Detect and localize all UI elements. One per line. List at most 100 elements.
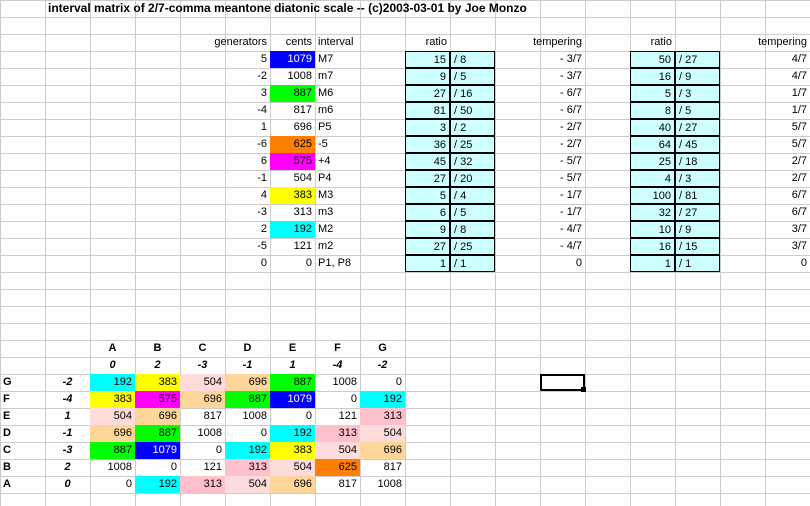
hdr-generators[interactable]: generators: [180, 34, 270, 51]
ratio1-den[interactable]: / 25: [450, 238, 495, 255]
matrix-row-num[interactable]: 2: [45, 459, 90, 476]
interval-name[interactable]: +4: [315, 153, 405, 170]
ratio2-temp[interactable]: 5/7: [720, 119, 810, 136]
ratio2-temp[interactable]: 5/7: [720, 136, 810, 153]
matrix-cell[interactable]: 1008: [180, 425, 225, 442]
ratio1-temp[interactable]: - 1/7: [495, 187, 585, 204]
ratio2-den[interactable]: / 9: [675, 221, 720, 238]
matrix-col-num[interactable]: -2: [360, 357, 405, 374]
ratio1-temp[interactable]: - 3/7: [495, 68, 585, 85]
hdr-ratio1[interactable]: ratio: [405, 34, 450, 51]
ratio1-den[interactable]: / 50: [450, 102, 495, 119]
ratio1-temp[interactable]: 0: [495, 255, 585, 272]
gen-value[interactable]: -5: [225, 238, 270, 255]
ratio1-den[interactable]: / 4: [450, 187, 495, 204]
matrix-cell[interactable]: 383: [135, 374, 180, 391]
ratio2-temp[interactable]: 0: [720, 255, 810, 272]
ratio2-temp[interactable]: 1/7: [720, 102, 810, 119]
cents-value[interactable]: 625: [270, 136, 315, 153]
matrix-row-num[interactable]: -4: [45, 391, 90, 408]
matrix-cell[interactable]: 192: [360, 391, 405, 408]
ratio2-num[interactable]: 16: [630, 68, 675, 85]
ratio2-den[interactable]: / 15: [675, 238, 720, 255]
ratio2-num[interactable]: 25: [630, 153, 675, 170]
gen-value[interactable]: -6: [225, 136, 270, 153]
matrix-cell[interactable]: 504: [315, 442, 360, 459]
ratio2-den[interactable]: / 27: [675, 119, 720, 136]
ratio1-den[interactable]: / 5: [450, 204, 495, 221]
matrix-cell[interactable]: 192: [90, 374, 135, 391]
matrix-cell[interactable]: 192: [135, 476, 180, 493]
matrix-col-label[interactable]: A: [90, 340, 135, 357]
matrix-cell[interactable]: 504: [360, 425, 405, 442]
ratio2-num[interactable]: 50: [630, 51, 675, 68]
ratio2-temp[interactable]: 6/7: [720, 204, 810, 221]
ratio1-temp[interactable]: - 3/7: [495, 51, 585, 68]
matrix-cell[interactable]: 696: [180, 391, 225, 408]
ratio2-den[interactable]: / 5: [675, 102, 720, 119]
cents-value[interactable]: 1079: [270, 51, 315, 68]
ratio2-num[interactable]: 40: [630, 119, 675, 136]
ratio1-den[interactable]: / 20: [450, 170, 495, 187]
matrix-col-num[interactable]: -3: [180, 357, 225, 374]
matrix-row-num[interactable]: -3: [45, 442, 90, 459]
ratio2-temp[interactable]: 4/7: [720, 68, 810, 85]
ratio2-temp[interactable]: 1/7: [720, 85, 810, 102]
gen-value[interactable]: 0: [225, 255, 270, 272]
ratio2-den[interactable]: / 27: [675, 51, 720, 68]
gen-value[interactable]: 5: [225, 51, 270, 68]
ratio2-temp[interactable]: 3/7: [720, 238, 810, 255]
matrix-cell[interactable]: 0: [270, 408, 315, 425]
ratio1-num[interactable]: 36: [405, 136, 450, 153]
cents-value[interactable]: 192: [270, 221, 315, 238]
matrix-cell[interactable]: 121: [315, 408, 360, 425]
matrix-row-label[interactable]: E: [0, 408, 45, 425]
matrix-cell[interactable]: 121: [180, 459, 225, 476]
matrix-col-label[interactable]: B: [135, 340, 180, 357]
interval-name[interactable]: -5: [315, 136, 405, 153]
ratio1-num[interactable]: 1: [405, 255, 450, 272]
ratio1-num[interactable]: 27: [405, 238, 450, 255]
matrix-row-num[interactable]: -1: [45, 425, 90, 442]
matrix-cell[interactable]: 192: [270, 425, 315, 442]
hdr-tempering1[interactable]: tempering: [495, 34, 585, 51]
ratio2-num[interactable]: 16: [630, 238, 675, 255]
matrix-col-label[interactable]: D: [225, 340, 270, 357]
interval-name[interactable]: M3: [315, 187, 405, 204]
ratio2-num[interactable]: 8: [630, 102, 675, 119]
matrix-col-label[interactable]: E: [270, 340, 315, 357]
ratio2-temp[interactable]: 3/7: [720, 221, 810, 238]
gen-value[interactable]: 6: [225, 153, 270, 170]
matrix-cell[interactable]: 887: [135, 425, 180, 442]
matrix-cell[interactable]: 1079: [270, 391, 315, 408]
cents-value[interactable]: 817: [270, 102, 315, 119]
matrix-col-label[interactable]: C: [180, 340, 225, 357]
hdr-interval[interactable]: interval: [315, 34, 360, 51]
matrix-col-num[interactable]: 0: [90, 357, 135, 374]
matrix-cell[interactable]: 696: [135, 408, 180, 425]
matrix-cell[interactable]: 1008: [225, 408, 270, 425]
matrix-cell[interactable]: 504: [225, 476, 270, 493]
matrix-cell[interactable]: 696: [360, 442, 405, 459]
ratio2-num[interactable]: 10: [630, 221, 675, 238]
matrix-row-label[interactable]: A: [0, 476, 45, 493]
ratio2-temp[interactable]: 2/7: [720, 153, 810, 170]
matrix-cell[interactable]: 817: [180, 408, 225, 425]
matrix-cell[interactable]: 887: [270, 374, 315, 391]
ratio2-num[interactable]: 1: [630, 255, 675, 272]
gen-value[interactable]: -2: [225, 68, 270, 85]
ratio1-den[interactable]: / 16: [450, 85, 495, 102]
matrix-cell[interactable]: 0: [135, 459, 180, 476]
ratio2-num[interactable]: 4: [630, 170, 675, 187]
interval-name[interactable]: P4: [315, 170, 405, 187]
interval-name[interactable]: m7: [315, 68, 405, 85]
ratio1-num[interactable]: 27: [405, 85, 450, 102]
matrix-cell[interactable]: 504: [90, 408, 135, 425]
matrix-cell[interactable]: 575: [135, 391, 180, 408]
matrix-cell[interactable]: 887: [225, 391, 270, 408]
ratio2-den[interactable]: / 9: [675, 68, 720, 85]
ratio1-temp[interactable]: - 2/7: [495, 136, 585, 153]
ratio2-temp[interactable]: 6/7: [720, 187, 810, 204]
matrix-cell[interactable]: 0: [225, 425, 270, 442]
cents-value[interactable]: 887: [270, 85, 315, 102]
